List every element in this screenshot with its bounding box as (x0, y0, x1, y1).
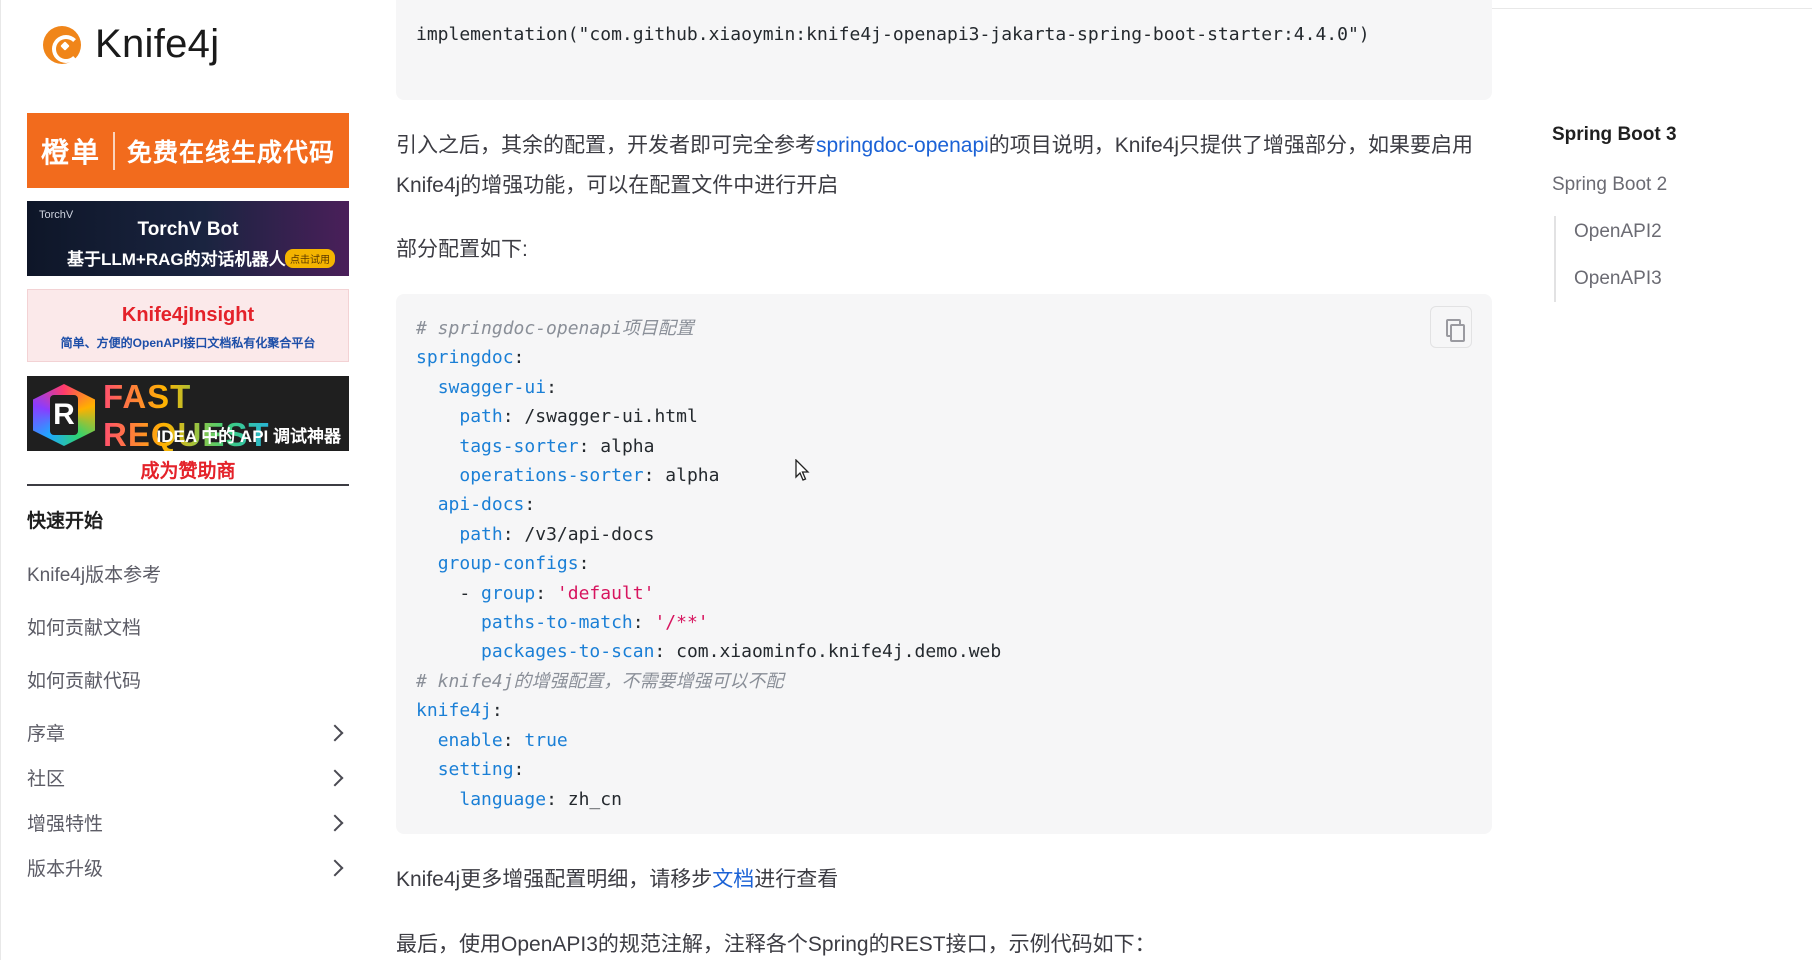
code-value: alpha (600, 435, 655, 457)
sidebar-item-label: 如何贡献代码 (27, 671, 142, 692)
paragraph-text: 进行查看 (754, 868, 839, 891)
code-key: swagger-ui (437, 376, 547, 398)
paragraph-text: 引入之后，其余的配置，开发者即可完全参考 (396, 134, 816, 157)
chevron-right-icon (326, 724, 344, 741)
code-key: knife4j (416, 700, 492, 722)
ad-chengdan-slogan: 免费在线生成代码 (127, 138, 336, 167)
code-string: '/**' (654, 612, 709, 634)
code-key: paths-to-match (481, 612, 633, 634)
code-key: enable (437, 729, 503, 751)
ad-insight-subtitle: 简单、方便的OpenAPI接口文档私有化聚合平台 (60, 336, 316, 350)
paragraph-intro: 引入之后，其余的配置，开发者即可完全参考springdoc-openapi的项目… (396, 126, 1492, 206)
ad-divider (113, 131, 116, 170)
become-sponsor-link[interactable]: 成为赞助商 (27, 456, 349, 483)
paragraph-more-config: Knife4j更多增强配置明细，请移步文档进行查看 (396, 860, 1492, 900)
ad-knife4jinsight[interactable]: Knife4jInsight 简单、方便的OpenAPI接口文档私有化聚合平台 (27, 289, 349, 362)
sidebar-item-label: 版本升级 (27, 859, 104, 880)
ad-fast-request[interactable]: FAST REQUEST IDEA 中的 API 调试神器 (27, 376, 349, 451)
header-border (1492, 8, 1812, 9)
code-block-yaml: # springdoc-openapi项目配置 springdoc: swagg… (396, 294, 1492, 834)
paragraph-annotations: 最后，使用OpenAPI3的规范注解，注释各个Spring的REST接口，示例代… (396, 933, 1156, 956)
paragraph-config-heading: 部分配置如下: (396, 238, 528, 261)
toc-item-openapi2[interactable]: OpenAPI2 (1574, 221, 1662, 243)
code-string: 'default' (556, 582, 655, 604)
ad-chengdan-brand: 橙单 (41, 136, 102, 168)
sidebar-item-label: Knife4j版本参考 (27, 565, 162, 586)
ad-torchv[interactable]: TorchV TorchV Bot 基于LLM+RAG的对话机器人 点击试用 (27, 201, 349, 276)
ad-torchv-title: TorchV Bot (137, 219, 239, 240)
sidebar-item-enhancements[interactable]: 增强特性 (27, 809, 349, 836)
ad-fast-subtitle: IDEA 中的 API 调试神器 (156, 427, 342, 446)
code-comment: # springdoc-openapi项目配置 (416, 318, 694, 339)
sidebar: Knife4j 橙单 免费在线生成代码 TorchV TorchV Bot 基于… (0, 0, 350, 960)
sidebar-item-label: 序章 (27, 724, 66, 745)
code-key: packages-to-scan (481, 641, 655, 663)
code-boolean: true (524, 729, 568, 751)
ad-chengdan[interactable]: 橙单 免费在线生成代码 (27, 113, 349, 188)
sidebar-item-contribute-code[interactable]: 如何贡献代码 (27, 666, 349, 693)
sidebar-item-preface[interactable]: 序章 (27, 719, 349, 746)
knife4j-logo-icon (43, 25, 81, 64)
code-block-gradle: implementation("com.github.xiaoymin:knif… (396, 0, 1492, 100)
code-key: language (459, 788, 547, 810)
copy-code-button[interactable] (1430, 306, 1472, 348)
code-key: api-docs (437, 494, 525, 516)
code-key: path (459, 523, 503, 545)
sidebar-item-label: 社区 (27, 769, 66, 790)
sidebar-item-community[interactable]: 社区 (27, 764, 349, 791)
code-key: group-configs (437, 553, 579, 575)
link-docs[interactable]: 文档 (712, 868, 754, 891)
site-logo[interactable]: Knife4j (43, 22, 219, 67)
nav-section-quick-start: 快速开始 (27, 511, 104, 532)
sidebar-divider (27, 484, 349, 486)
code-key: springdoc (416, 347, 514, 369)
sidebar-item-label: 如何贡献文档 (27, 618, 142, 639)
code-content: # springdoc-openapi项目配置 springdoc: swagg… (416, 318, 1002, 810)
sidebar-item-upgrade[interactable]: 版本升级 (27, 854, 349, 881)
toc-item-spring-boot-3[interactable]: Spring Boot 3 (1552, 124, 1677, 146)
code-key: setting (437, 759, 514, 781)
chevron-right-icon (326, 859, 344, 876)
code-value: com.xiaominfo.knife4j.demo.web (676, 641, 1002, 663)
code-value: /v3/api-docs (524, 523, 655, 545)
sidebar-item-version-reference[interactable]: Knife4j版本参考 (27, 560, 349, 587)
chevron-right-icon (326, 814, 344, 831)
sidebar-item-label: 增强特性 (27, 814, 104, 835)
fast-request-logo-icon (33, 384, 95, 446)
chevron-right-icon (326, 769, 344, 786)
code-comment: # knife4j的增强配置，不需要增强可以不配 (416, 670, 784, 692)
toc-item-openapi3[interactable]: OpenAPI3 (1574, 268, 1662, 290)
code-key: path (459, 406, 503, 428)
code-key: group (481, 582, 536, 604)
link-springdoc-openapi[interactable]: springdoc-openapi (816, 134, 989, 157)
paragraph-text: Knife4j更多增强配置明细，请移步 (396, 868, 713, 891)
code-line: implementation("com.github.xiaoymin:knif… (416, 24, 1370, 45)
code-value: /swagger-ui.html (524, 406, 698, 428)
code-key: tags-sorter (459, 435, 579, 457)
ad-torchv-pill: 点击试用 (285, 249, 335, 268)
toc-item-spring-boot-2[interactable]: Spring Boot 2 (1552, 174, 1667, 196)
code-value: zh_cn (567, 788, 622, 810)
ad-torchv-subtitle: 基于LLM+RAG的对话机器人 (67, 250, 286, 269)
sidebar-item-contribute-docs[interactable]: 如何贡献文档 (27, 613, 349, 640)
site-title: Knife4j (95, 22, 220, 66)
code-key: operations-sorter (459, 465, 644, 487)
ad-insight-title: Knife4jInsight (121, 304, 255, 326)
toc-rail (1554, 216, 1556, 302)
code-value: alpha (665, 465, 720, 487)
